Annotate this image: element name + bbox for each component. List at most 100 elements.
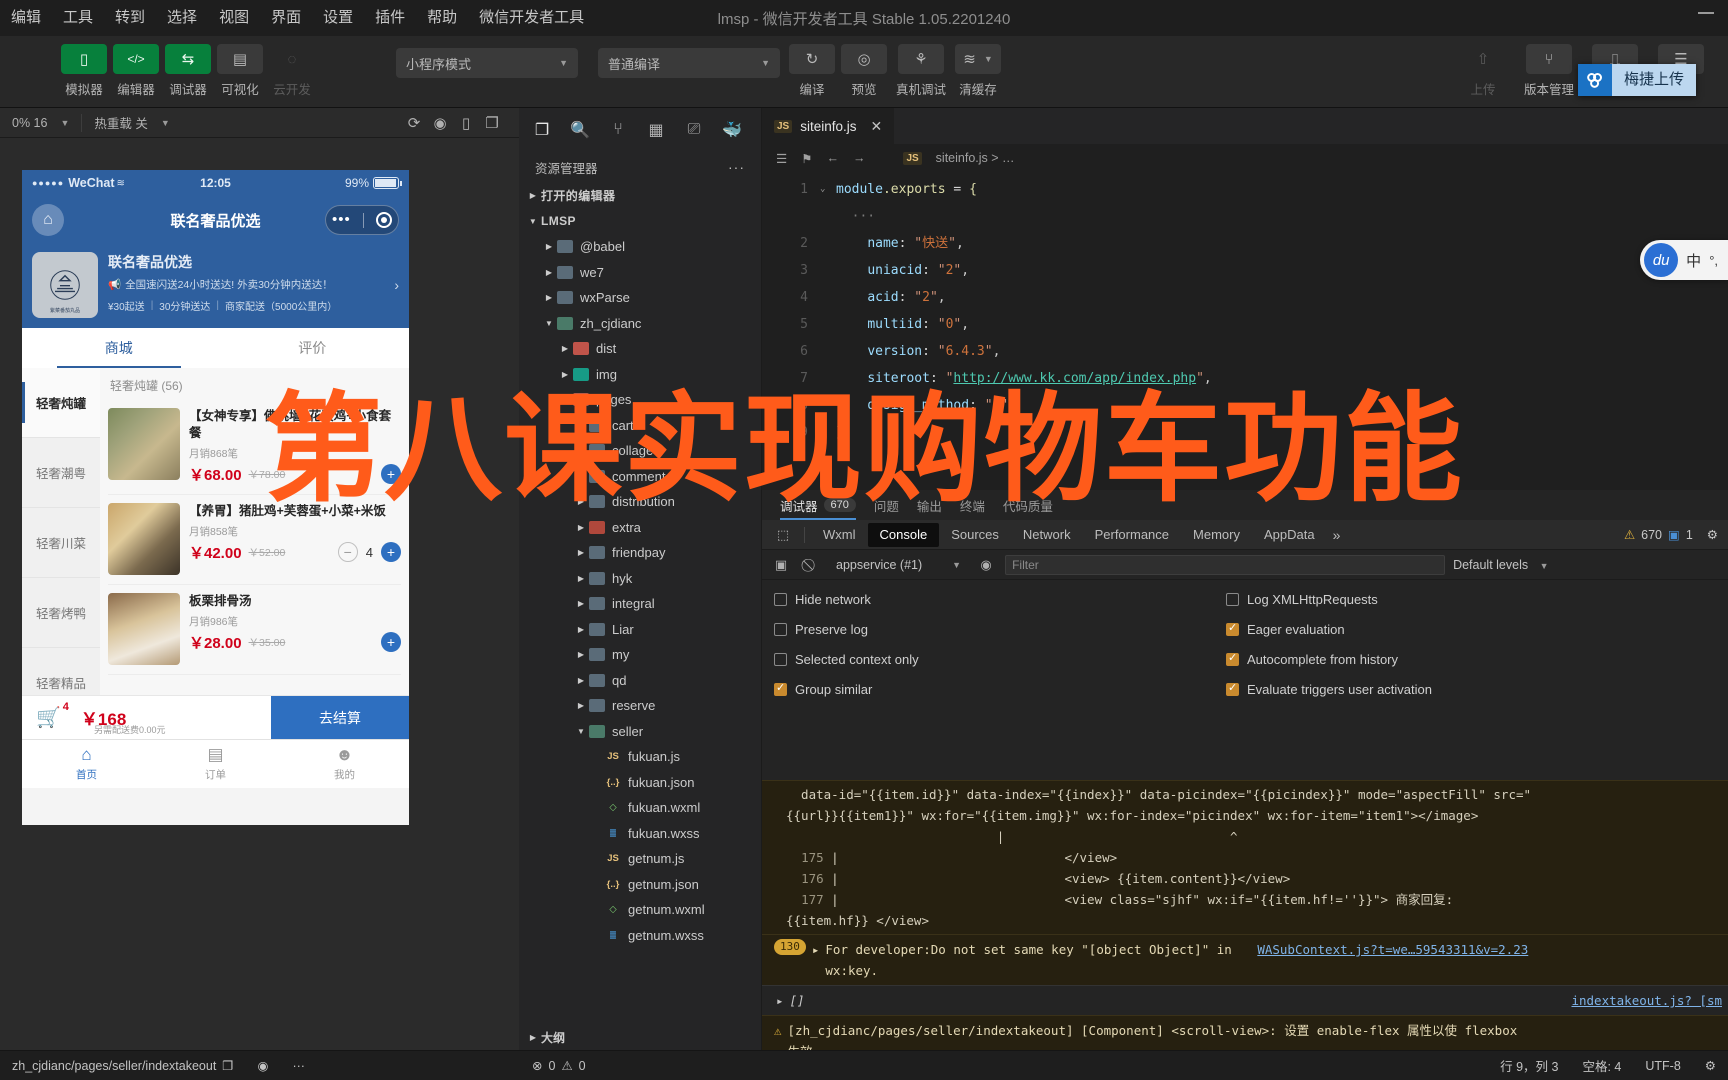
close-icon[interactable]: ✕ <box>871 118 883 135</box>
code-line[interactable]: 5 multiid: "0", <box>762 311 1728 338</box>
checkout-button[interactable]: 去结算 <box>271 695 409 740</box>
minimize-button[interactable] <box>1698 12 1714 14</box>
status-more[interactable]: ··· <box>280 1051 317 1080</box>
status-cursor[interactable]: 行 9，列 3 <box>1488 1051 1570 1080</box>
search-icon[interactable]: 🔍 <box>561 111 599 149</box>
tree-folder-reserve[interactable]: ▶ reserve <box>519 693 761 719</box>
expand-icon[interactable]: ▸ <box>812 939 820 981</box>
back-arrow-icon[interactable]: ← <box>826 151 839 165</box>
toolbar-cloud-button[interactable]: ◌ 云开发 <box>266 44 318 98</box>
more-tabs-icon[interactable]: » <box>1333 527 1341 543</box>
checkbox[interactable] <box>1226 592 1239 606</box>
tree-folder-zh_cjdianc[interactable]: ▼ zh_cjdianc <box>519 311 761 337</box>
cart-icon[interactable]: 🛒 4 <box>36 701 69 730</box>
forward-arrow-icon[interactable]: → <box>853 151 866 165</box>
console-log-list[interactable]: data-id="{{item.id}}" data-index="{{inde… <box>762 780 1728 1050</box>
tree-folder-collage[interactable]: ▶ collage <box>519 438 761 464</box>
menu-item-edit[interactable]: 编辑 <box>0 0 52 36</box>
home-icon[interactable]: ⌂ <box>32 204 64 236</box>
tree-folder-integral[interactable]: ▶ integral <box>519 591 761 617</box>
docker-icon[interactable]: 🐳 <box>713 111 751 149</box>
checkbox[interactable] <box>1226 651 1239 666</box>
console-option-right[interactable]: Log XMLHttpRequests <box>1222 592 1378 607</box>
editor-tab-siteinfo[interactable]: JS siteinfo.js ✕ <box>762 108 895 144</box>
extensions-icon[interactable]: ▦ <box>637 111 675 149</box>
checkbox[interactable] <box>1226 621 1239 636</box>
tab-console[interactable]: Console <box>867 522 940 547</box>
goods-item[interactable]: 板栗排骨汤 月销986笔 ￥28.00 ￥35.00 + <box>108 585 401 675</box>
tab-mall[interactable]: 商城 <box>22 328 216 368</box>
add-to-cart-button[interactable]: + <box>381 464 401 485</box>
tree-folder-hyk[interactable]: ▶ hyk <box>519 566 761 592</box>
console-filter-input[interactable]: Filter <box>1005 554 1446 575</box>
code-line[interactable]: 9}; <box>762 419 1728 446</box>
status-spaces[interactable]: 空格: 4 <box>1570 1051 1633 1080</box>
tree-folder-dist[interactable]: ▶ dist <box>519 336 761 362</box>
source-control-icon[interactable]: ⑂ <box>599 111 637 149</box>
tree-folder-extra[interactable]: ▶ extra <box>519 515 761 541</box>
toolbar-simulator-button[interactable]: ▯ 模拟器 <box>58 44 110 98</box>
tree-file-fukuan.json[interactable]: {..} fukuan.json <box>519 770 761 796</box>
code-line[interactable]: ··· <box>762 203 1728 230</box>
tree-folder-seller[interactable]: ▼ seller <box>519 719 761 745</box>
outline-section[interactable]: ▶ 大纲 <box>519 1024 761 1050</box>
toolbar-compile-button[interactable]: ↻ 编译 <box>786 44 838 98</box>
log-array-link[interactable]: indextakeout.js? [sm <box>1571 990 1728 1011</box>
devtools-tab-problems[interactable]: 问题 <box>874 490 899 520</box>
checkbox[interactable] <box>1226 681 1239 696</box>
tabbar-item-home[interactable]: ⌂ 首页 <box>22 740 151 788</box>
tree-folder-my[interactable]: ▶ my <box>519 642 761 668</box>
devtools-tab-output[interactable]: 输出 <box>917 490 942 520</box>
tree-folder-Liar[interactable]: ▶ Liar <box>519 617 761 643</box>
tree-file-getnum.js[interactable]: JS getnum.js <box>519 846 761 872</box>
fold-icon[interactable] <box>820 257 836 284</box>
toolbar-realdevice-button[interactable]: ⚘ 真机调试 <box>890 44 952 98</box>
code-line[interactable]: 6 version: "6.4.3", <box>762 338 1728 365</box>
breadcrumb[interactable]: siteinfo.js > … <box>936 151 1015 165</box>
tree-file-getnum.wxml[interactable]: ◇ getnum.wxml <box>519 897 761 923</box>
mode-select[interactable]: 小程序模式 ▼ <box>396 48 578 78</box>
tree-file-fukuan.wxml[interactable]: ◇ fukuan.wxml <box>519 795 761 821</box>
goods-item[interactable]: 【女神专享】佛跳墙+花胶鸡+小食套餐 月销868笔 ￥68.00 ￥78.00 … <box>108 400 401 495</box>
copy-icon[interactable]: ❐ <box>479 110 505 136</box>
ime-candidate-popup[interactable]: 梅捷上传 <box>1577 64 1696 96</box>
toolbar-version-button[interactable]: ⑂ 版本管理 <box>1516 44 1582 98</box>
fold-icon[interactable] <box>820 365 836 392</box>
compile-select[interactable]: 普通编译 ▼ <box>598 48 780 78</box>
wechat-capsule[interactable]: ••• <box>325 205 399 235</box>
hot-reload-select[interactable]: 热重载 关 ▼ <box>82 108 181 138</box>
tree-folder-pages[interactable]: ▼ pages <box>519 387 761 413</box>
fold-icon[interactable] <box>820 311 836 338</box>
more-actions-icon[interactable]: ··· <box>728 159 745 175</box>
console-option-left[interactable]: Selected context only <box>762 652 1222 667</box>
console-option-left[interactable]: Group similar <box>762 681 1222 697</box>
add-to-cart-button[interactable]: + <box>381 632 401 653</box>
console-level-select[interactable]: Default levels ▼ <box>1453 558 1548 572</box>
fold-icon[interactable] <box>820 392 836 419</box>
sidebar-icon[interactable]: ▣ <box>770 555 792 575</box>
code-content[interactable]: 1 ⌄ module.exports = { ··· 2 name: "快送", 3 u… <box>762 172 1728 446</box>
expand-icon[interactable]: ▸ <box>776 990 784 1011</box>
files-icon[interactable]: ❐ <box>523 111 561 149</box>
toolbar-visual-button[interactable]: ▤ 可视化 <box>214 44 266 98</box>
tree-file-fukuan.js[interactable]: JS fukuan.js <box>519 744 761 770</box>
simulator-zoom-select[interactable]: 0% 16 ▼ <box>0 108 81 138</box>
eye-icon[interactable]: ◉ <box>975 555 997 575</box>
devtools-tab-debugger[interactable]: 调试器 670 <box>780 490 856 520</box>
console-option-left[interactable]: Hide network <box>762 592 1222 607</box>
tab-sources[interactable]: Sources <box>939 523 1011 547</box>
menu-item-help[interactable]: 帮助 <box>416 0 468 36</box>
code-line[interactable]: 8 design_method: "3" <box>762 392 1728 419</box>
tree-folder-friendpay[interactable]: ▶ friendpay <box>519 540 761 566</box>
devtools-tab-terminal[interactable]: 终端 <box>960 490 985 520</box>
category-item-3[interactable]: 轻奢烤鸭 <box>22 578 100 648</box>
checkbox[interactable] <box>774 622 787 636</box>
tree-folder-qd[interactable]: ▶ qd <box>519 668 761 694</box>
checkbox[interactable] <box>774 652 787 666</box>
status-path[interactable]: zh_cjdianc/pages/seller/indextakeout ❐ <box>0 1051 246 1080</box>
tree-file-fukuan.wxss[interactable]: ≣ fukuan.wxss <box>519 821 761 847</box>
add-to-cart-button[interactable]: + <box>381 542 401 563</box>
rotate-icon[interactable]: ⟳ <box>401 110 427 136</box>
toolbar-debugger-button[interactable]: ⇆ 调试器 <box>162 44 214 98</box>
console-option-right[interactable]: Eager evaluation <box>1222 621 1345 637</box>
